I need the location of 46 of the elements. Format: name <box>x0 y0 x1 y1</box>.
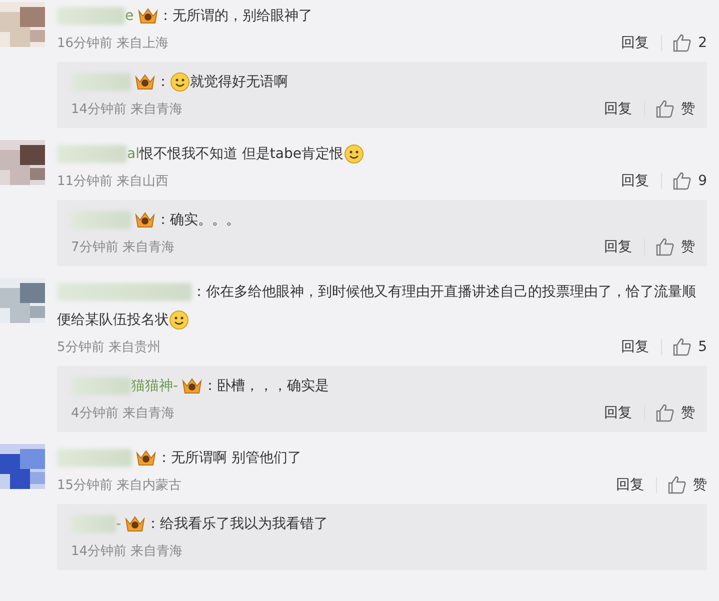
like-button[interactable]: 赞 <box>645 99 695 119</box>
comment-text: ：无所谓啊 别管他们了 <box>57 444 707 472</box>
like-button[interactable]: 2 <box>662 33 707 53</box>
like-button[interactable]: 赞 <box>645 403 695 423</box>
blurred-name <box>57 145 127 164</box>
timestamp-location: 15分钟前 来自内蒙古 <box>57 477 183 494</box>
smiley-emoji-icon <box>169 310 189 330</box>
comment-text: al恨不恨我不知道 但是tabe肯定恨 <box>57 140 707 168</box>
comment-text: ： 就觉得好无语啊 <box>71 68 695 96</box>
like-button[interactable]: 赞 <box>657 475 707 495</box>
reply-button[interactable]: 回复 <box>609 173 662 189</box>
blurred-name <box>71 211 131 230</box>
timestamp-location: 14分钟前 来自青海 <box>71 543 184 560</box>
smiley-emoji-icon <box>170 72 190 92</box>
reply-button[interactable]: 回复 <box>604 477 657 493</box>
comment-text: ：你在多给他眼神，到时候他又有理由开直播讲述自己的投票理由了，恰了流量顺便给某队伍投名状 <box>57 278 707 334</box>
blurred-name <box>71 377 131 396</box>
thumbs-up-icon <box>672 33 692 53</box>
reply-button[interactable]: 回复 <box>592 239 645 255</box>
reply-button[interactable]: 回复 <box>592 405 645 421</box>
comment-text: ：确实。。。 <box>71 206 695 234</box>
thumbs-up-icon <box>672 171 692 191</box>
like-button[interactable]: 9 <box>662 171 707 191</box>
reply-button[interactable]: 回复 <box>609 339 662 355</box>
thumbs-up-icon <box>672 337 692 357</box>
like-button[interactable]: 5 <box>662 337 707 357</box>
timestamp-location: 14分钟前 来自青海 <box>71 101 184 118</box>
blurred-name <box>71 73 131 92</box>
blurred-name <box>57 7 125 26</box>
comment-text: - ：给我看乐了我以为我看错了 <box>71 510 695 538</box>
reply-button[interactable]: 回复 <box>609 35 662 51</box>
comment-text: e ：无所谓的，别给眼神了 <box>57 2 707 30</box>
smiley-emoji-icon <box>344 144 364 164</box>
timestamp-location: 16分钟前 来自上海 <box>57 35 170 52</box>
thumbs-up-icon <box>655 99 675 119</box>
thumbs-up-icon <box>667 475 687 495</box>
timestamp-location: 4分钟前 来自青海 <box>71 405 176 422</box>
thumbs-up-icon <box>655 237 675 257</box>
like-button[interactable]: 赞 <box>645 237 695 257</box>
timestamp-location: 7分钟前 来自青海 <box>71 239 176 256</box>
comment-text: 猫猫神- ：卧槽，，，确实是 <box>71 372 695 400</box>
timestamp-location: 11分钟前 来自山西 <box>57 173 170 190</box>
timestamp-location: 5分钟前 来自贵州 <box>57 339 162 356</box>
reply-button[interactable]: 回复 <box>592 101 645 117</box>
thumbs-up-icon <box>655 403 675 423</box>
blurred-name <box>71 515 116 534</box>
